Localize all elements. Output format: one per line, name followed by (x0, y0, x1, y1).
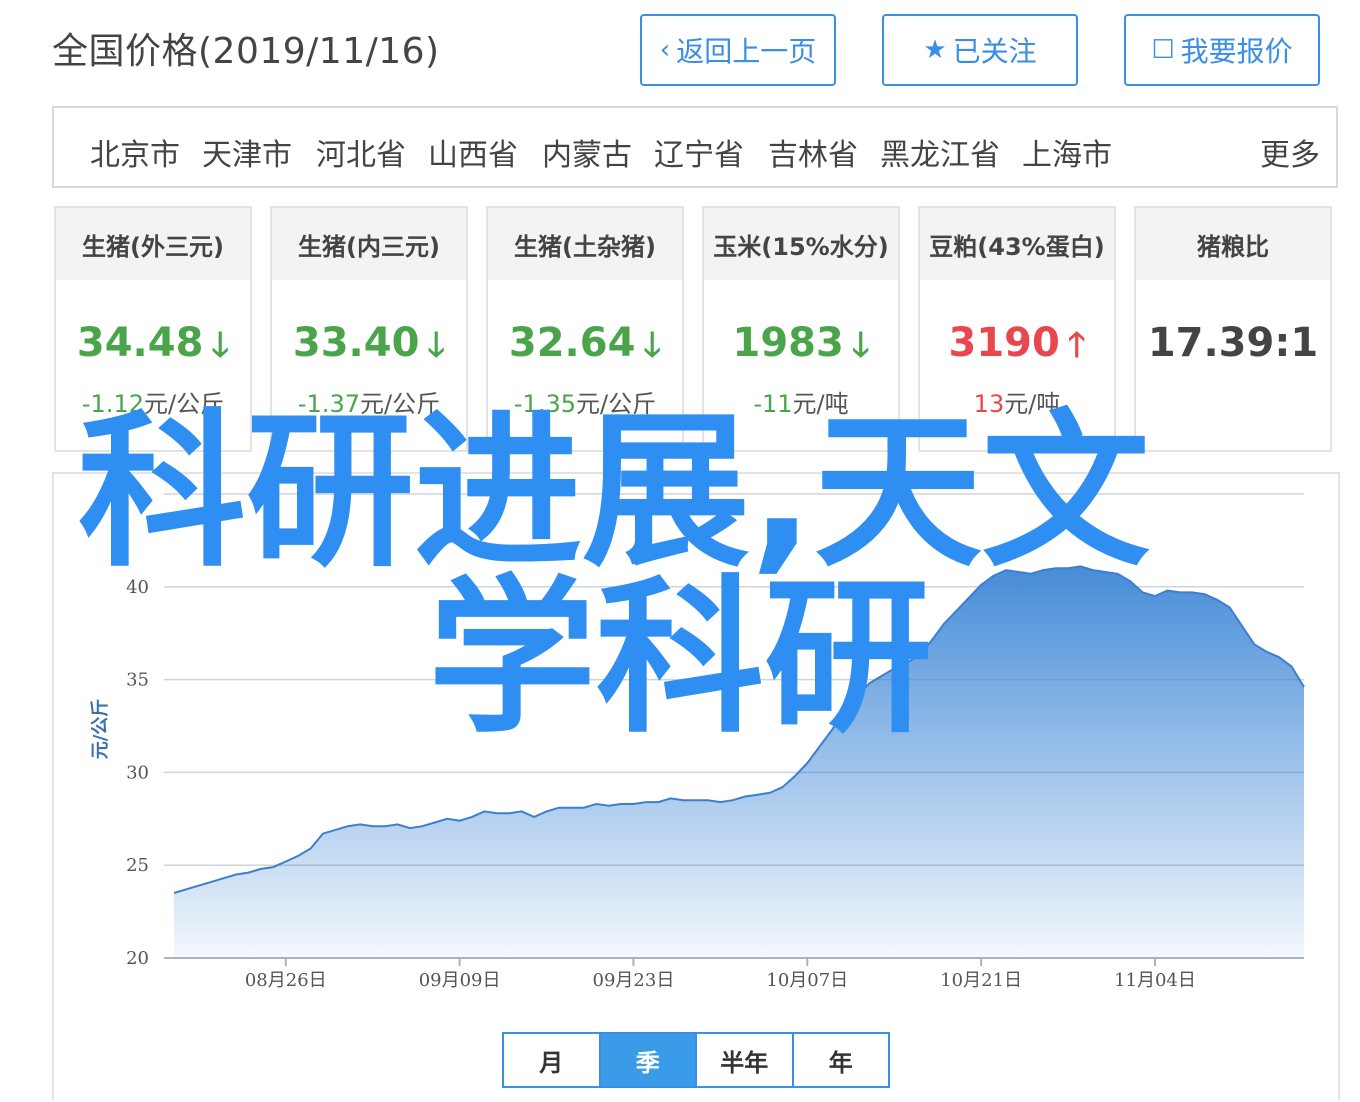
card-value: 1983 🡓 (732, 320, 870, 366)
period-halfyear-button[interactable]: 半年 (697, 1034, 794, 1086)
price-card[interactable]: 猪粮比 17.39:1 (1134, 206, 1332, 452)
region-item[interactable]: 山西省 (428, 130, 518, 174)
watermark-line1: 科研进展,天文 (78, 394, 1150, 590)
region-item[interactable]: 上海市 (1022, 130, 1112, 174)
card-title: 生猪(内三元) (272, 208, 466, 280)
region-item[interactable]: 吉林省 (768, 130, 858, 174)
regions-more-link[interactable]: 更多 (1260, 130, 1320, 174)
period-quarter-button[interactable]: 季 (600, 1034, 697, 1086)
arrow-down-icon: 🡓 (211, 325, 230, 365)
y-tick-label: 35 (126, 670, 149, 691)
x-tick-label: 11月04日 (1114, 970, 1196, 991)
region-item[interactable]: 天津市 (202, 130, 292, 174)
arrow-down-icon: 🡓 (427, 325, 446, 365)
card-title: 生猪(土杂猪) (488, 208, 682, 280)
y-tick-label: 30 (126, 762, 149, 783)
period-year-button[interactable]: 年 (794, 1034, 889, 1086)
card-title: 玉米(15%水分) (704, 208, 898, 280)
region-item[interactable]: 内蒙古 (542, 130, 632, 174)
period-month-button[interactable]: 月 (504, 1034, 601, 1086)
arrow-up-icon: 🡑 (1067, 325, 1086, 365)
watermark-line2: 学科研 (428, 560, 932, 756)
x-tick-label: 10月07日 (766, 970, 848, 991)
arrow-down-icon: 🡓 (851, 325, 870, 365)
edit-icon: ☐ (1151, 35, 1175, 65)
region-item[interactable]: 辽宁省 (654, 130, 744, 174)
report-price-button[interactable]: ☐ 我要报价 (1124, 14, 1320, 86)
y-axis-label: 元/公斤 (90, 699, 111, 760)
region-item[interactable]: 河北省 (316, 130, 406, 174)
card-value: 17.39:1 (1147, 320, 1319, 366)
star-icon: ★ (923, 35, 947, 65)
report-price-button-label: 我要报价 (1180, 35, 1293, 68)
card-title: 豆粕(43%蛋白) (920, 208, 1114, 280)
period-selector: 月 季 半年 年 (502, 1032, 890, 1088)
card-value: 34.48 🡓 (76, 320, 230, 366)
y-tick-label: 25 (126, 855, 149, 876)
x-tick-label: 08月26日 (245, 970, 327, 991)
card-title: 猪粮比 (1136, 208, 1330, 280)
x-tick-label: 09月23日 (593, 970, 675, 991)
back-button[interactable]: ‹ 返回上一页 (640, 14, 836, 86)
card-value: 3190 🡑 (948, 320, 1086, 366)
x-tick-label: 09月09日 (419, 970, 501, 991)
arrow-down-icon: 🡓 (643, 325, 662, 365)
x-tick-label: 10月21日 (940, 970, 1022, 991)
card-title: 生猪(外三元) (56, 208, 250, 280)
page-title: 全国价格(2019/11/16) (52, 31, 440, 72)
y-tick-label: 20 (126, 948, 149, 969)
region-bar: 北京市 天津市 河北省 山西省 内蒙古 辽宁省 吉林省 黑龙江省 上海市 更多 (52, 106, 1338, 188)
card-value: 33.40 🡓 (292, 320, 446, 366)
back-button-label: 返回上一页 (676, 35, 817, 68)
card-value: 32.64 🡓 (508, 320, 662, 366)
follow-button-label: 已关注 (952, 35, 1037, 68)
region-item[interactable]: 黑龙江省 (880, 130, 1000, 174)
chevron-left-icon: ‹ (659, 35, 671, 65)
region-item[interactable]: 北京市 (90, 130, 180, 174)
follow-button[interactable]: ★ 已关注 (882, 14, 1078, 86)
